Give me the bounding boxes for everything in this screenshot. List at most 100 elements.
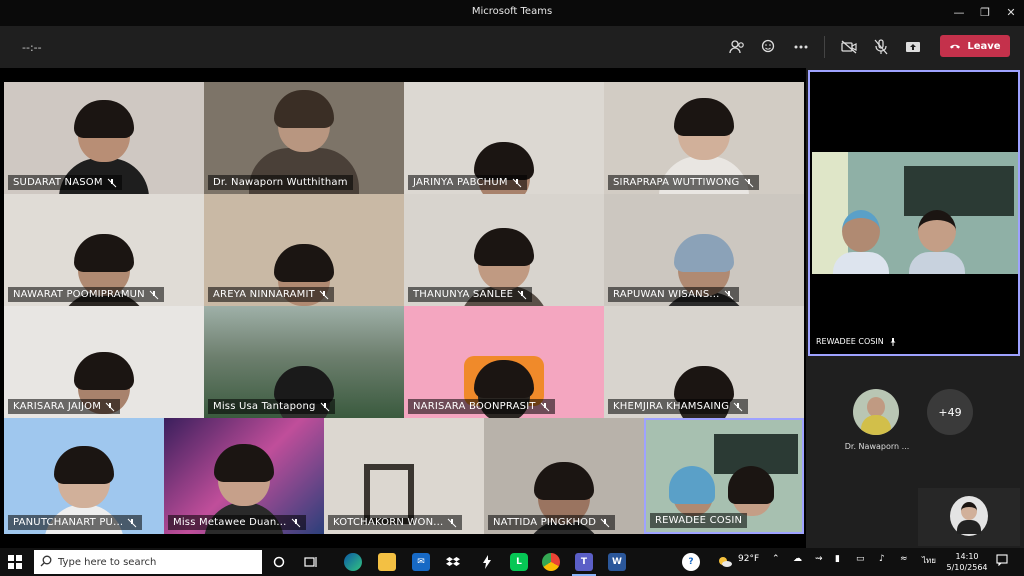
participant-name-tag: KOTCHAKORN WON... [328,515,463,530]
participant-name-tag: AREYA NINNARAMIT [208,287,334,302]
minimize-button[interactable]: — [950,4,968,22]
file-explorer-icon[interactable] [378,553,396,571]
meeting-toolbar: --:-- Leave [0,26,1024,68]
video-tile[interactable]: AREYA NINNARAMIT [204,194,404,306]
avatar-name: Dr. Nawaporn ... [844,442,910,451]
video-tile[interactable]: PANUTCHANART PU... [4,418,164,534]
video-tile[interactable]: NARISARA BOONPRASIT [404,306,604,418]
video-tile[interactable]: Dr. Nawaporn Wutthitham [204,82,404,194]
onedrive-icon[interactable]: ☁ [793,554,802,564]
participant-name-tag: SIRAPRAPA WUTTIWONG [608,175,759,190]
more-participants-button[interactable]: +49 [927,389,973,435]
classroom-board [904,166,1014,216]
windows-taskbar: Type here to search ✉ L T W ? 92°F ⌃ ☁ ⇝… [0,548,1024,576]
participant-name-tag: SUDARAT NASOM [8,175,122,190]
mic-muted-icon [517,290,527,299]
edge-icon[interactable] [344,553,362,571]
dropbox-icon[interactable] [444,553,462,571]
participant-name-tag: Dr. Nawaporn Wutthitham [208,175,353,190]
pinned-video[interactable]: REWADEE COSIN [808,70,1020,356]
restore-button[interactable]: ❐ [976,4,994,22]
windows-start-icon[interactable] [8,555,22,569]
participant-name-tag: KARISARA JAIJOM [8,399,121,414]
mic-muted-icon [320,402,329,411]
mic-muted-icon [107,178,117,187]
video-tile[interactable]: SUDARAT NASOM [4,82,204,194]
more-options-icon[interactable] [790,36,812,58]
participant-name-tag: NATTIDA PINGKHOD [488,515,616,530]
mic-muted-icon [744,178,753,187]
mail-icon[interactable]: ✉ [412,553,430,571]
video-tile[interactable]: KHEMJIRA KHAMSAING [604,306,804,418]
clock-date: 5/10/2564 [946,563,988,572]
line-app-icon[interactable]: L [510,553,528,571]
video-tile-active-speaker[interactable]: REWADEE COSIN [644,418,804,534]
video-tile[interactable]: Miss Usa Tantapong [204,306,404,418]
participant-name-tag: REWADEE COSIN [650,513,748,528]
close-button[interactable]: ✕ [1002,4,1020,22]
self-view-avatar [950,496,988,536]
help-icon[interactable]: ? [682,553,700,571]
tray-chevron-icon[interactable]: ⌃ [772,554,780,564]
word-icon[interactable]: W [608,553,626,571]
participant-name-tag: THANUNYA SANLEE [408,287,533,302]
participants-icon[interactable] [726,36,748,58]
battery-icon[interactable]: ▭ [856,554,865,564]
camera-off-icon[interactable] [838,36,860,58]
video-tile[interactable]: NATTIDA PINGKHOD [484,418,644,534]
taskbar-search-box[interactable]: Type here to search [34,550,262,574]
title-bar: Microsoft Teams — ❐ ✕ [0,0,1024,26]
cortana-icon[interactable] [270,553,288,571]
share-screen-icon[interactable] [902,36,924,58]
video-tile[interactable]: RAPUWAN WISANS... [604,194,804,306]
mic-muted-icon [291,518,300,527]
weather-temperature: 92°F [738,554,760,564]
chrome-icon[interactable] [542,553,560,571]
mic-off-icon[interactable] [870,36,892,58]
pin-icon [890,337,896,346]
mic-muted-icon [600,518,610,527]
leave-button[interactable]: Leave [940,35,1010,57]
phone-hangup-icon [950,44,961,49]
video-tile[interactable]: NAWARAT POOMIPRAMUN [4,194,204,306]
participant-grid: SUDARAT NASOM Dr. Nawaporn Wutthitham JA… [4,82,804,534]
mic-muted-icon [733,402,743,411]
participant-name-tag: JARINYA PABCHUM [408,175,527,190]
taskbar-clock[interactable]: 14:10 5/10/2564 [944,551,990,573]
mic-muted-icon [448,518,457,527]
usb-icon[interactable]: ⇝ [815,554,823,564]
network-icon[interactable]: ≈ [900,554,908,564]
mic-muted-icon [319,290,329,299]
input-language[interactable]: ไทย [922,554,936,567]
mic-muted-icon [105,402,115,411]
participant-name-tag: Miss Metawee Duan... [168,515,306,530]
video-tile[interactable]: SIRAPRAPA WUTTIWONG [604,82,804,194]
pinned-name-label: REWADEE COSIN [816,337,897,346]
student-figure [833,210,889,274]
video-tile[interactable]: THANUNYA SANLEE [404,194,604,306]
video-tile[interactable]: KARISARA JAIJOM [4,306,204,418]
volume-icon[interactable]: ♪ [879,554,885,564]
reactions-icon[interactable] [758,36,780,58]
student-figure [909,210,965,274]
participant-name-tag: NAWARAT POOMIPRAMUN [8,287,164,302]
microphone-icon[interactable]: ▮ [835,554,840,564]
bolt-app-icon[interactable] [478,553,496,571]
notifications-icon[interactable] [996,554,1008,569]
search-icon [40,555,52,567]
teams-icon[interactable]: T [575,553,593,571]
participant-avatar[interactable] [853,389,899,435]
video-tile[interactable]: JARINYA PABCHUM [404,82,604,194]
mic-muted-icon [149,290,159,299]
video-tile[interactable]: Miss Metawee Duan... [164,418,324,534]
participant-name-tag: RAPUWAN WISANS... [608,287,739,302]
clock-time: 14:10 [955,552,979,561]
window-title: Microsoft Teams [471,6,553,17]
toolbar-divider [824,36,825,58]
task-view-icon[interactable] [302,553,320,571]
video-tile[interactable]: KOTCHAKORN WON... [324,418,484,534]
weather-icon[interactable] [716,553,734,571]
participant-name-tag: KHEMJIRA KHAMSAING [608,399,749,414]
mic-muted-icon [540,402,550,411]
self-view[interactable] [918,488,1020,546]
